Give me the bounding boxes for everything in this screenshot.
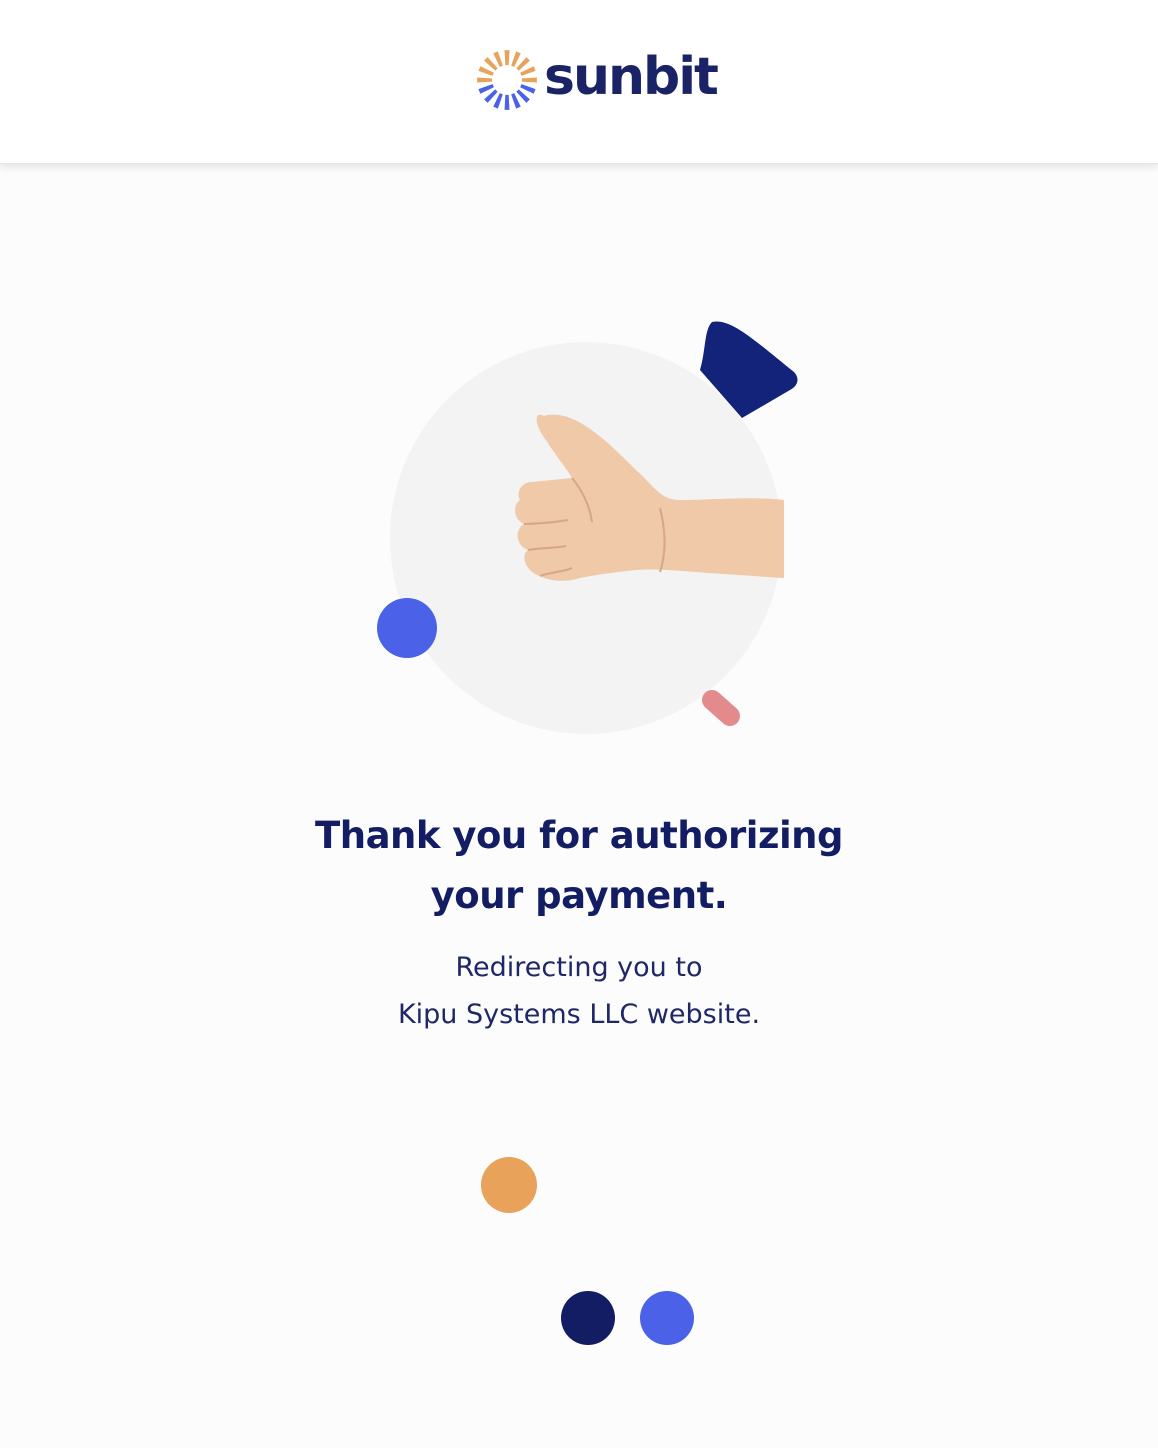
loading-indicator [466, 1134, 746, 1354]
redirect-line-1: Redirecting you to [455, 952, 703, 983]
logo-ray [511, 51, 521, 67]
loading-dots [481, 1157, 694, 1345]
loading-dot-blue [640, 1291, 694, 1345]
success-illustration-graphic [377, 321, 798, 734]
logo-ray [511, 93, 521, 109]
confirmation-heading: Thank you for authorizing your payment. [0, 806, 1158, 926]
sunbit-logo: sunbit [474, 47, 719, 113]
logo-ray [478, 66, 494, 76]
logo-ray [516, 89, 530, 103]
success-illustration [360, 310, 820, 750]
logo-ray [504, 94, 510, 110]
brand-name: sunbit [544, 47, 719, 107]
logo-ray [484, 89, 498, 103]
logo-ray [520, 84, 536, 94]
logo-ray [516, 57, 530, 71]
blue-dot-shape [377, 598, 437, 658]
logo-ray [484, 57, 498, 71]
pink-stick-shape [702, 690, 740, 726]
headline-line-1: Thank you for authorizing [314, 814, 844, 857]
headline-line-2: your payment. [430, 874, 728, 917]
sunburst-logo-icon [477, 50, 537, 110]
redirect-message: Redirecting you to Kipu Systems LLC webs… [0, 944, 1158, 1038]
logo-ray [493, 51, 503, 67]
logo-ray [477, 77, 493, 83]
logo-ray [478, 84, 494, 94]
header-bar: sunbit [0, 0, 1158, 164]
logo-ray [521, 77, 537, 83]
logo-ray [493, 93, 503, 109]
logo-ray [520, 66, 536, 76]
logo-ray [504, 50, 510, 66]
loading-dot-navy [561, 1291, 615, 1345]
loading-dot-orange [481, 1157, 537, 1213]
redirect-line-2: Kipu Systems LLC website. [397, 999, 761, 1030]
